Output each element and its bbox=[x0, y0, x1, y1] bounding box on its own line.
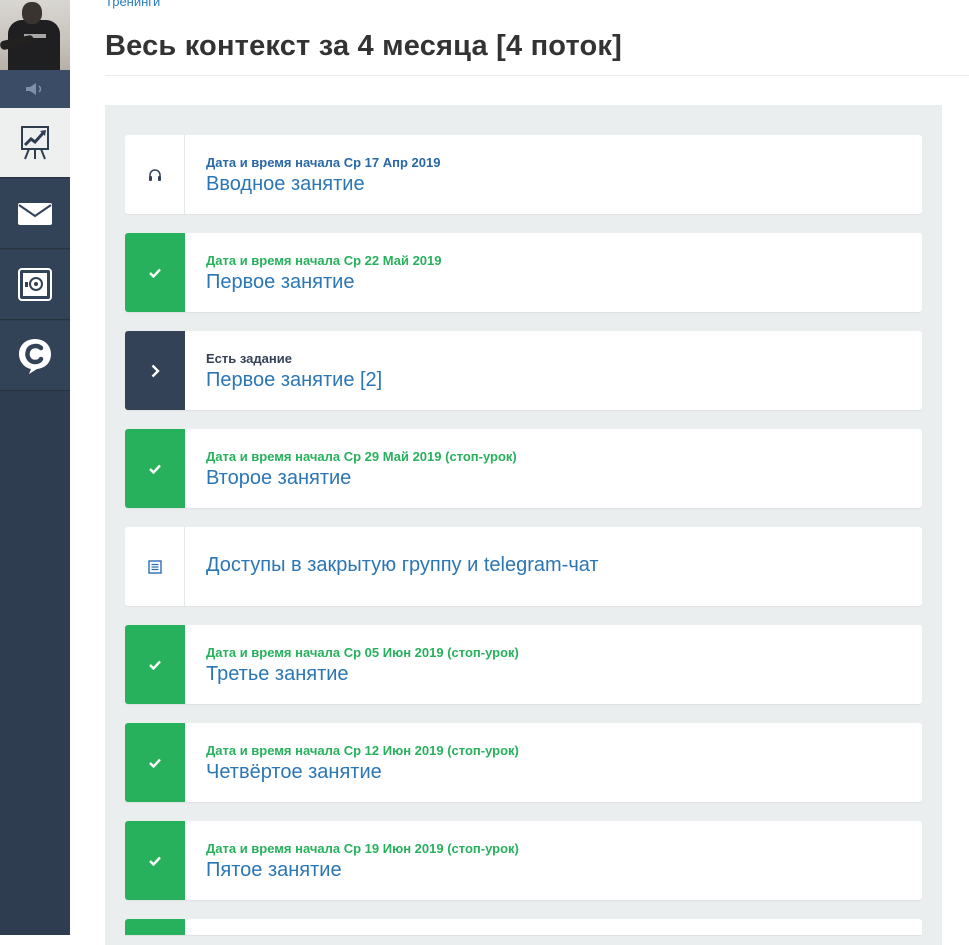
lesson-title[interactable]: Доступы в закрытую группу и telegram-чат bbox=[206, 554, 599, 577]
lesson-status bbox=[125, 723, 185, 802]
chevron-right-icon bbox=[151, 364, 160, 378]
check-icon bbox=[149, 758, 161, 768]
sidebar-item-safe[interactable] bbox=[0, 250, 70, 320]
sidebar bbox=[0, 0, 70, 935]
lesson-status bbox=[125, 233, 185, 312]
lesson-meta: Дата и время начала Ср 22 Май 2019 bbox=[206, 253, 442, 268]
lesson-meta: Дата и время начала Ср 05 Июн 2019 (стоп… bbox=[206, 645, 519, 660]
lesson-title[interactable]: Первое занятие [2] bbox=[206, 369, 382, 392]
lesson-title[interactable]: Третье занятие bbox=[206, 663, 349, 686]
lesson-title[interactable]: Второе занятие bbox=[206, 467, 351, 490]
lesson-card[interactable]: Дата и время начала Ср 29 Май 2019 (стоп… bbox=[125, 429, 922, 508]
check-icon bbox=[149, 856, 161, 866]
lesson-status bbox=[125, 135, 185, 214]
divider bbox=[105, 75, 969, 76]
speaker-icon[interactable] bbox=[0, 70, 70, 108]
lesson-title[interactable]: Пятое занятие bbox=[206, 859, 342, 882]
lesson-meta: Дата и время начала Ср 19 Июн 2019 (стоп… bbox=[206, 841, 519, 856]
lesson-card[interactable]: Дата и время начала Ср 05 Июн 2019 (стоп… bbox=[125, 625, 922, 704]
page-title: Весь контекст за 4 месяца [4 поток] bbox=[105, 30, 622, 62]
lesson-card[interactable]: Доступы в закрытую группу и telegram-чат bbox=[125, 527, 922, 606]
lesson-meta: Есть задание bbox=[206, 351, 292, 366]
lesson-title[interactable]: Четвёртое занятие bbox=[206, 761, 382, 784]
lesson-card[interactable] bbox=[125, 919, 922, 935]
lesson-card[interactable]: Дата и время начала Ср 17 Апр 2019 Вводн… bbox=[125, 135, 922, 214]
lesson-status bbox=[125, 919, 185, 935]
lesson-meta: Дата и время начала Ср 12 Июн 2019 (стоп… bbox=[206, 743, 519, 758]
headphones-icon bbox=[148, 168, 162, 182]
check-icon bbox=[149, 268, 161, 278]
lesson-card[interactable]: Дата и время начала Ср 12 Июн 2019 (стоп… bbox=[125, 723, 922, 802]
lessons-panel bbox=[105, 105, 942, 945]
lesson-status bbox=[125, 821, 185, 900]
safe-icon bbox=[18, 267, 52, 302]
brand-c-chat-icon bbox=[17, 337, 53, 375]
lesson-meta: Дата и время начала Ср 17 Апр 2019 bbox=[206, 155, 441, 170]
lesson-title[interactable]: Вводное занятие bbox=[206, 173, 365, 196]
lesson-card[interactable]: Дата и время начала Ср 22 Май 2019 Перво… bbox=[125, 233, 922, 312]
lesson-status bbox=[125, 527, 185, 606]
sidebar-item-messages[interactable] bbox=[0, 179, 70, 249]
avatar[interactable] bbox=[0, 0, 70, 70]
lesson-card[interactable]: Есть задание Первое занятие [2] bbox=[125, 331, 922, 410]
document-icon bbox=[147, 559, 162, 574]
chart-board-icon bbox=[20, 125, 50, 161]
check-icon bbox=[149, 660, 161, 670]
check-icon bbox=[149, 464, 161, 474]
lesson-status bbox=[125, 625, 185, 704]
mail-icon bbox=[18, 202, 52, 225]
sidebar-item-chat[interactable] bbox=[0, 321, 70, 391]
lesson-status bbox=[125, 331, 185, 410]
lesson-card[interactable]: Дата и время начала Ср 19 Июн 2019 (стоп… bbox=[125, 821, 922, 900]
breadcrumb[interactable]: Тренинги bbox=[105, 0, 160, 9]
sidebar-item-trainings[interactable] bbox=[0, 108, 70, 178]
lesson-meta: Дата и время начала Ср 29 Май 2019 (стоп… bbox=[206, 449, 517, 464]
lesson-status bbox=[125, 429, 185, 508]
lesson-title[interactable]: Первое занятие bbox=[206, 271, 354, 294]
